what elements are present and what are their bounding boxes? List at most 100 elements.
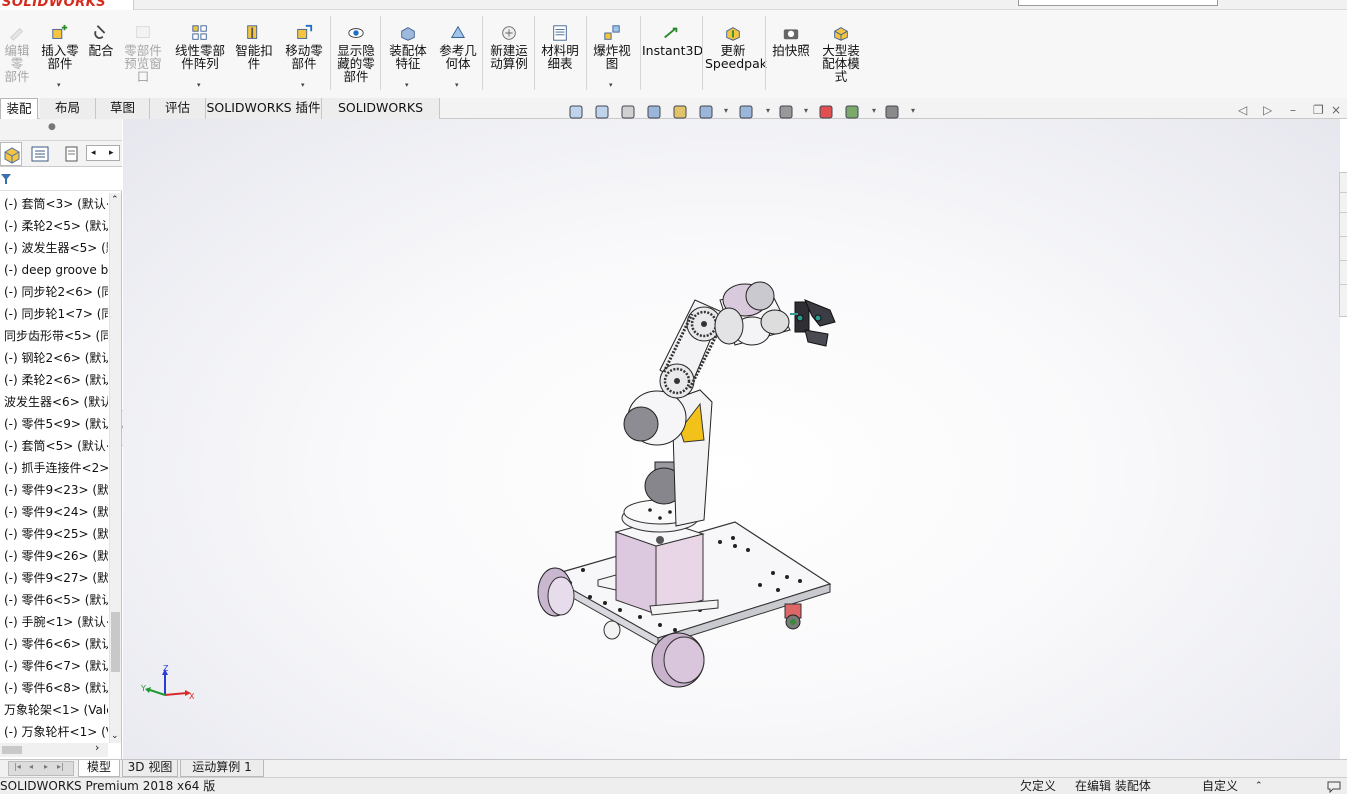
tree-item[interactable]: 同步齿形带<5> (同 [0,325,108,347]
command-tab[interactable]: 布局 [40,98,96,119]
first-tab-icon[interactable]: |◂ [14,762,21,771]
prev-tab-icon[interactable]: ◂ [29,762,33,771]
toolbar-dropdown-icon[interactable]: ▾ [804,106,808,115]
take-snapshot-button[interactable]: 拍快照 [768,14,814,94]
task-pane-view-palette-tab[interactable] [1340,247,1347,261]
move-component-button[interactable]: 移动零 部件 ▾ [280,14,328,94]
edit-component-button[interactable]: 编辑零 部件 [0,14,34,94]
panel-tab-scroller[interactable]: ◂ ▸ [86,145,120,161]
dropdown-arrow-icon[interactable]: ▾ [57,79,61,92]
tree-item[interactable]: (-) deep groove b [0,259,108,281]
task-pane-design-library-tab[interactable] [1340,199,1347,213]
close-icon[interactable]: × [1331,103,1341,117]
graphics-viewport[interactable] [123,119,1340,759]
assembly-features-button[interactable]: 装配体 特征 ▾ [384,14,432,94]
next-tab-icon[interactable]: ▸ [44,762,48,771]
task-pane-resources-tab[interactable] [1340,179,1347,193]
bottom-tab[interactable]: 模型 [78,760,120,777]
dropdown-arrow-icon[interactable]: ▾ [455,79,459,92]
tree-item[interactable]: (-) 零件5<9> (默认 [0,413,108,435]
units-dropdown-icon[interactable]: ⌃ [1255,778,1263,794]
scroll-up-icon[interactable]: ⌃ [111,195,119,205]
tree-item[interactable]: (-) 抓手连接件<2> [0,457,108,479]
command-tab[interactable]: 草图 [96,98,150,119]
dropdown-arrow-icon[interactable]: ▾ [301,79,305,92]
component-preview-button[interactable]: 零部件 预览窗 口 [120,14,166,94]
command-tab[interactable]: SOLIDWORKS MBD [322,98,440,134]
filter-icon[interactable] [0,172,14,186]
tree-item[interactable]: (-) 同步轮2<6> (同 [0,281,108,303]
toolbar-dropdown-icon[interactable]: ▾ [724,106,728,115]
exploded-view-button[interactable]: 爆炸视 图 ▾ [589,14,635,94]
tree-item[interactable]: (-) 套筒<3> (默认< [0,193,108,215]
dropdown-arrow-icon[interactable]: ▾ [197,79,201,92]
task-pane-custom-properties-tab[interactable] [1340,295,1347,309]
tree-item[interactable]: (-) 零件9<24> (默认 [0,501,108,523]
tab-navigation-buttons[interactable]: |◂ ◂ ▸ ▸| [8,761,74,776]
toolbar-dropdown-icon[interactable]: ▾ [766,106,770,115]
scroll-right-arrow-icon[interactable]: › [95,741,99,754]
tree-item[interactable]: (-) 零件9<26> (默认 [0,545,108,567]
display-style-icon[interactable] [738,104,754,120]
tree-item[interactable]: (-) 零件9<23> (默认 [0,479,108,501]
zoom-to-area-icon[interactable] [594,104,610,120]
tree-horizontal-scrollbar[interactable]: › [0,741,108,757]
tree-item[interactable]: (-) 波发生器<5> (默 [0,237,108,259]
search-input[interactable] [1018,0,1218,6]
section-view-icon[interactable] [646,104,662,120]
tree-item[interactable]: (-) 同步轮1<7> (同 [0,303,108,325]
tree-item[interactable]: 波发生器<6> (默认 [0,391,108,413]
bom-button[interactable]: 材料明 细表 [537,14,583,94]
command-tab[interactable]: 装配体 [0,98,38,135]
tree-item[interactable]: (-) 零件9<25> (默认 [0,523,108,545]
instant3d-button[interactable]: Instant3D [642,14,703,94]
new-motion-study-button[interactable]: 新建运 动算例 [485,14,533,94]
minimize-icon[interactable]: – [1290,103,1296,117]
assembly-model[interactable] [123,119,1340,759]
toolbar-dropdown-icon[interactable]: ▾ [872,106,876,115]
dynamic-annotation-icon[interactable] [672,104,688,120]
viewport-prev-icon[interactable]: ◁ [1238,103,1247,117]
horizontal-scroll-thumb[interactable] [2,746,22,754]
configuration-manager-tab[interactable] [62,144,84,164]
command-tab[interactable]: 评估 [150,98,206,119]
tree-item[interactable]: (-) 零件6<6> (默认 [0,633,108,655]
viewport-next-icon[interactable]: ▷ [1263,103,1272,117]
insert-component-button[interactable]: 插入零 部件 ▾ [38,14,82,94]
dropdown-arrow-icon[interactable]: ▾ [609,79,613,92]
hide-show-items-icon[interactable] [778,104,794,120]
tree-item[interactable]: (-) 零件9<27> (默认 [0,567,108,589]
command-tab[interactable]: SOLIDWORKS 插件 [206,98,322,119]
tree-item[interactable]: (-) 手腕<1> (默认< [0,611,108,633]
scroll-left-icon[interactable]: ◂ [91,146,96,160]
units-selector[interactable]: 自定义 [1202,778,1238,794]
tree-item[interactable]: (-) 套筒<5> (默认< [0,435,108,457]
help-chat-icon[interactable] [1326,779,1342,793]
update-speedpak-button[interactable]: 更新 Speedpak [705,14,767,94]
tree-item[interactable]: (-) 钢轮2<6> (默认 [0,347,108,369]
linear-pattern-button[interactable]: 线性零部 件阵列 ▾ [170,14,230,94]
feature-manager-tab[interactable] [0,142,22,166]
tree-item[interactable]: (-) 零件6<5> (默认< [0,589,108,611]
mate-button[interactable]: 配合 [84,14,118,94]
scroll-right-icon[interactable]: ▸ [109,146,114,160]
large-assembly-mode-button[interactable]: 大型装 配体模 式 [818,14,864,94]
tree-item[interactable]: (-) 柔轮2<5> (默认 [0,215,108,237]
last-tab-icon[interactable]: ▸| [57,762,64,771]
task-pane-file-explorer-tab[interactable] [1340,223,1347,237]
tree-scroll-thumb[interactable] [111,612,120,672]
bottom-tab[interactable]: 运动算例 1 [180,760,264,777]
show-hidden-button[interactable]: 显示隐 藏的零 部件 [332,14,380,94]
scroll-down-icon[interactable]: ⌄ [111,731,119,741]
edit-appearance-icon[interactable] [818,104,834,120]
task-pane-appearances-tab[interactable] [1340,271,1347,285]
dropdown-arrow-icon[interactable]: ▾ [405,79,409,92]
toolbar-dropdown-icon[interactable]: ▾ [911,106,915,115]
panel-grip-icon[interactable]: ● [48,122,56,132]
tree-item[interactable]: (-) 零件6<7> (默认 [0,655,108,677]
apply-scene-icon[interactable] [844,104,860,120]
tree-item[interactable]: (-) 万象轮杆<1> (V [0,721,108,743]
smart-fasteners-button[interactable]: 智能扣 件 [232,14,276,94]
solidworks-logo[interactable]: SOLIDWORKS [0,0,134,10]
tree-item[interactable]: (-) 柔轮2<6> (默认 [0,369,108,391]
